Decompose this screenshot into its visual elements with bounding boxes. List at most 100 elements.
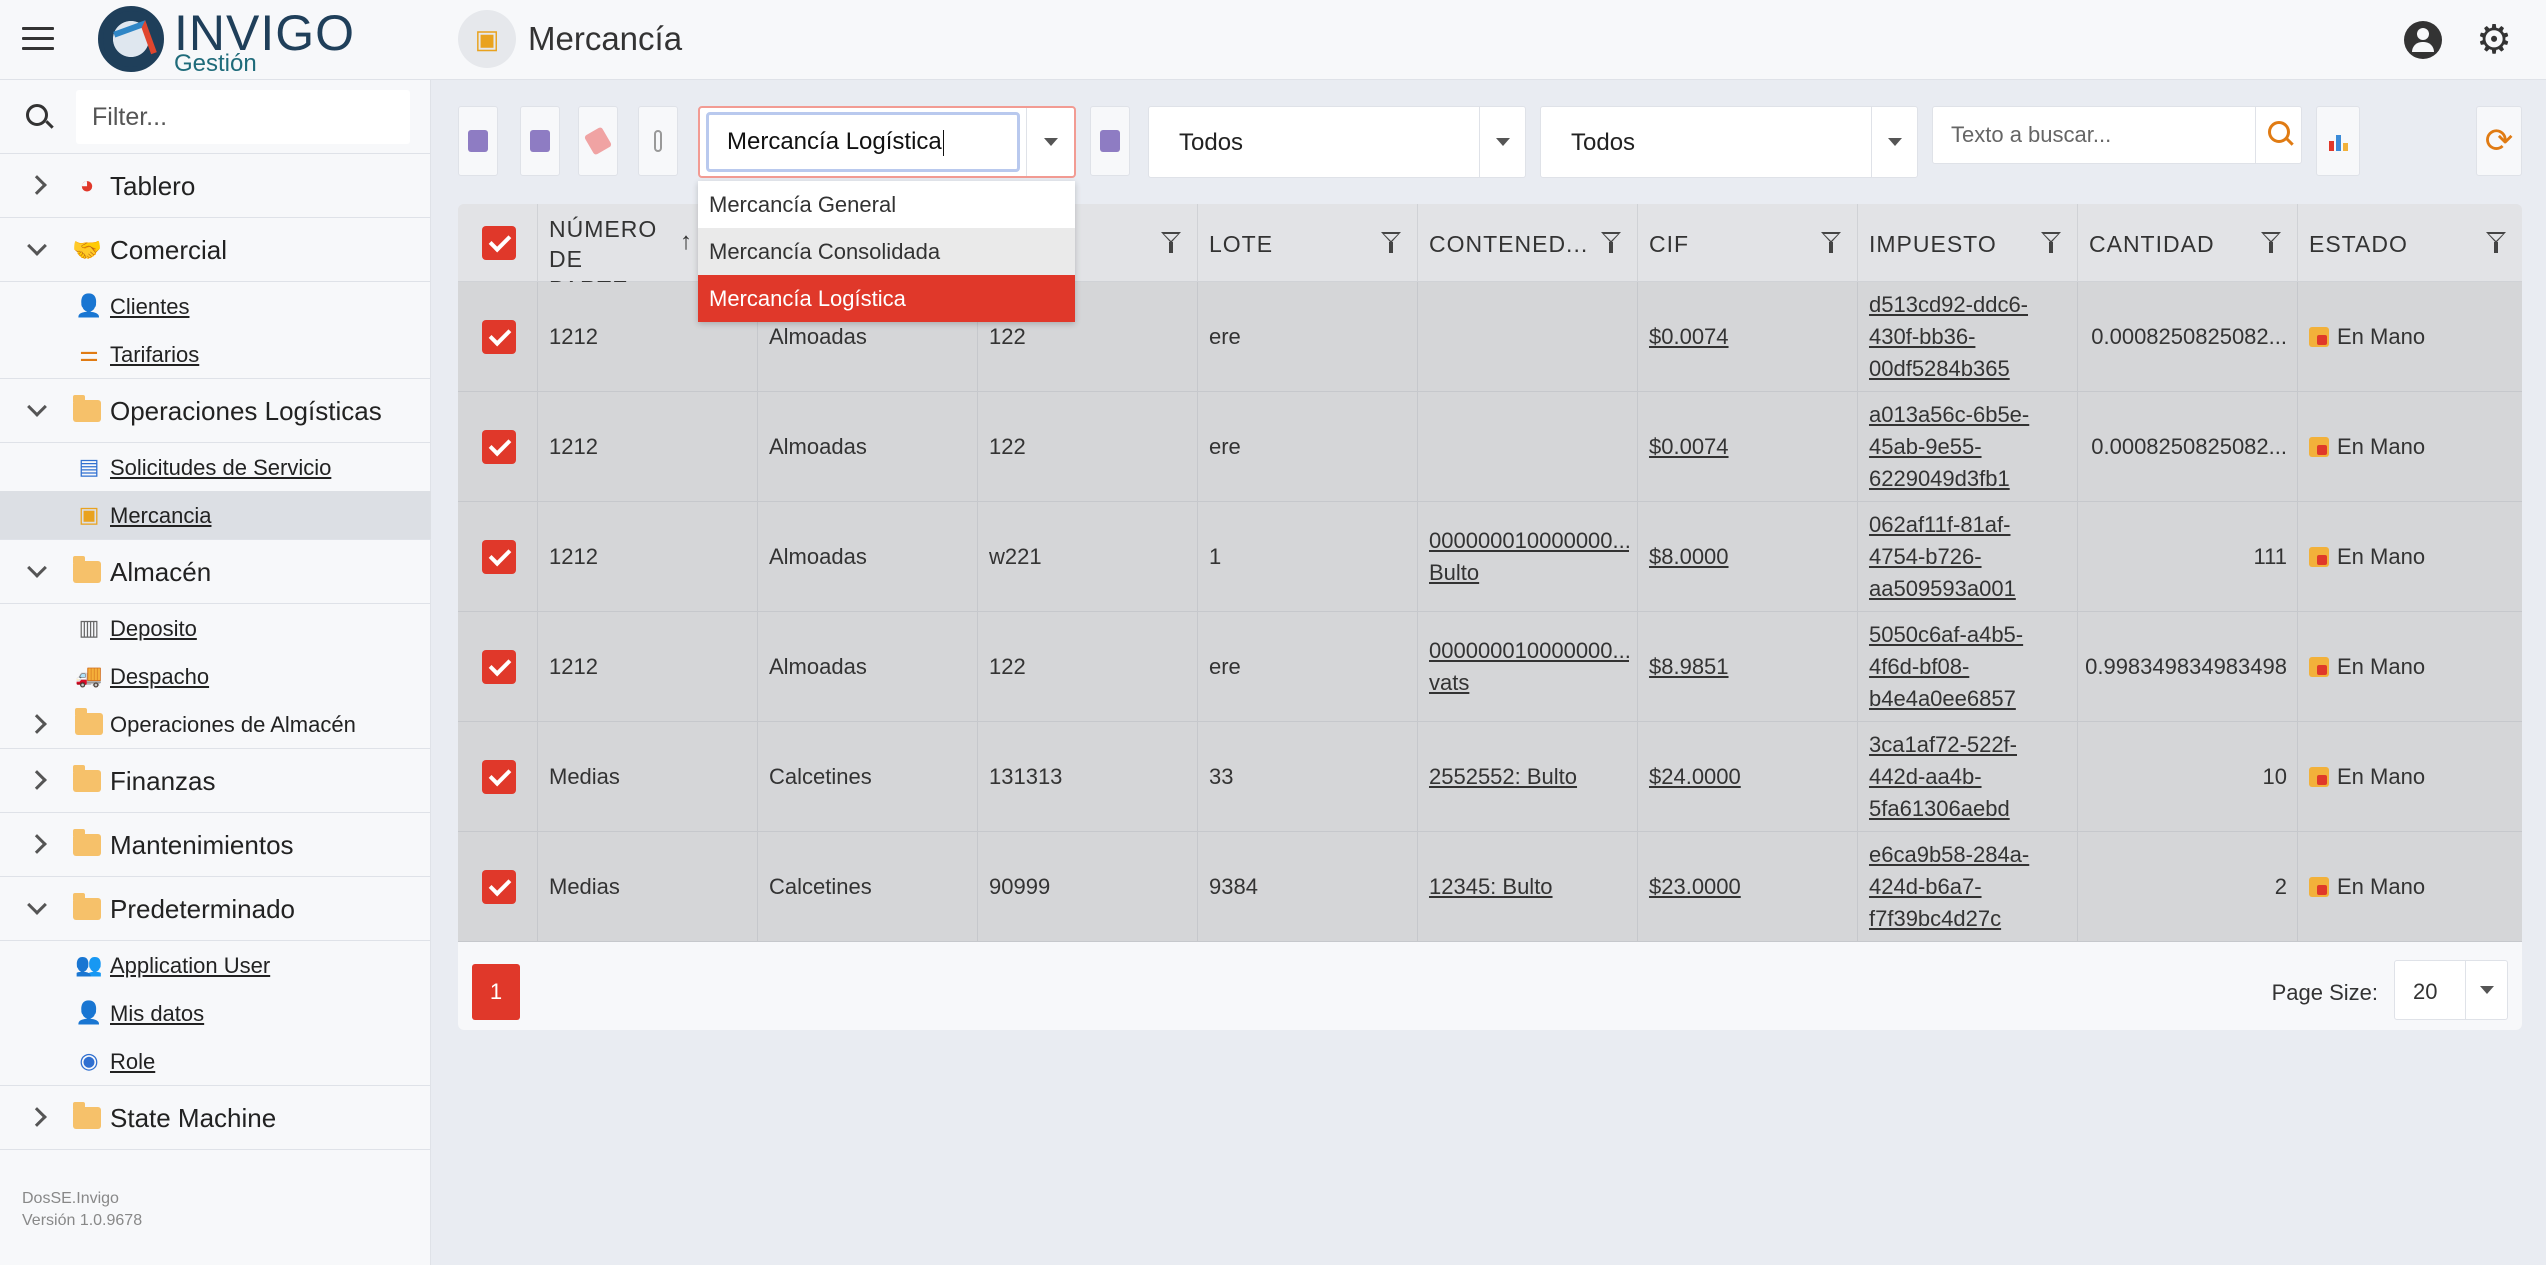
container-link[interactable]: 12345: Bulto: [1429, 832, 1553, 942]
row-checkbox[interactable]: [482, 430, 516, 464]
tax-link[interactable]: 5050c6af-a4b5- 4f6d-bf08- b4e4a0ee6857: [1869, 619, 2023, 715]
filter-funnel-icon[interactable]: [2486, 232, 2506, 254]
chevron-right-icon[interactable]: [27, 834, 47, 854]
chevron-right-icon[interactable]: [27, 1107, 47, 1127]
chart-button[interactable]: [2316, 106, 2360, 176]
row-checkbox[interactable]: [482, 650, 516, 684]
clipboard-filter-button[interactable]: [1090, 106, 1130, 176]
sidebar-item-deposito[interactable]: ▥ Deposito: [0, 604, 431, 652]
filter-funnel-icon[interactable]: [2041, 232, 2061, 254]
sidebar-item-despacho[interactable]: 🚚 Despacho: [0, 652, 431, 700]
chevron-right-icon[interactable]: [27, 714, 47, 734]
view-combobox[interactable]: Mercancía Logística: [698, 106, 1076, 178]
table-row[interactable]: 1212 Almoadas w221 1 000000010000000... Bulto…: [458, 502, 2522, 612]
sidebar-item-operaciones-almacen[interactable]: Operaciones de Almacén: [0, 700, 431, 749]
sidebar-item-tarifarios[interactable]: ⚌ Tarifarios: [0, 330, 431, 379]
cif-link[interactable]: $24.0000: [1649, 722, 1741, 832]
tag-button[interactable]: [578, 106, 618, 176]
table-row[interactable]: Medias Calcetines 90999 9384 12345: Bulto $23…: [458, 832, 2522, 942]
chevron-down-icon[interactable]: [1026, 108, 1074, 176]
column-header-lote[interactable]: LOTE: [1198, 204, 1418, 282]
users-icon: 👥: [75, 952, 103, 977]
dropdown-option-logistica[interactable]: Mercancía Logística: [698, 275, 1075, 322]
row-checkbox[interactable]: [482, 320, 516, 354]
sidebar-item-tablero[interactable]: ◕ Tablero: [0, 154, 431, 218]
filter-funnel-icon[interactable]: [1161, 232, 1181, 254]
attachment-button[interactable]: [638, 106, 678, 176]
sidebar-item-mantenimientos[interactable]: Mantenimientos: [0, 813, 431, 877]
clipboard-search-button[interactable]: [458, 106, 498, 176]
sort-ascending-icon[interactable]: ↑: [680, 228, 692, 256]
chevron-down-icon[interactable]: [27, 397, 47, 417]
chevron-down-icon[interactable]: [27, 895, 47, 915]
sidebar-item-operaciones-logisticas[interactable]: Operaciones Logísticas: [0, 379, 431, 443]
search-input[interactable]: [1935, 109, 2255, 161]
filter-select-2[interactable]: Todos: [1540, 106, 1918, 178]
dropdown-option-consolidada[interactable]: Mercancía Consolidada: [698, 228, 1075, 275]
select-all-checkbox[interactable]: [482, 226, 516, 260]
tax-id-line: 00df5284b365: [1869, 356, 2010, 381]
container-link[interactable]: 000000010000000... Bulto: [1429, 525, 1629, 589]
chevron-right-icon[interactable]: [27, 770, 47, 790]
chevron-down-icon[interactable]: [27, 236, 47, 256]
cif-link[interactable]: $0.0074: [1649, 282, 1729, 392]
container-link[interactable]: 000000010000000... vats: [1429, 635, 1629, 699]
sidebar-item-role[interactable]: ◉ Role: [0, 1037, 431, 1086]
view-combobox-input[interactable]: Mercancía Logística: [706, 112, 1020, 172]
sidebar-item-predeterminado[interactable]: Predeterminado: [0, 877, 431, 941]
row-checkbox[interactable]: [482, 760, 516, 794]
cif-link[interactable]: $0.0074: [1649, 392, 1729, 502]
chevron-down-icon[interactable]: [1871, 107, 1917, 177]
tax-link[interactable]: a013a56c-6b5e- 45ab-9e55- 6229049d3fb1: [1869, 399, 2029, 495]
sidebar-item-almacen[interactable]: Almacén: [0, 540, 431, 604]
chevron-down-icon[interactable]: [27, 558, 47, 578]
tax-link[interactable]: 062af11f-81af- 4754-b726- aa509593a001: [1869, 509, 2016, 605]
row-checkbox[interactable]: [482, 540, 516, 574]
table-row[interactable]: 1212 Almoadas 122 ere $0.0074 a013a56c-6b5e- 4…: [458, 392, 2522, 502]
sidebar-item-finanzas[interactable]: Finanzas: [0, 749, 431, 813]
container-link[interactable]: 2552552: Bulto: [1429, 722, 1577, 832]
refresh-button[interactable]: ⟳: [2476, 106, 2522, 176]
column-header-estado[interactable]: ESTADO: [2298, 204, 2522, 282]
page-size-select[interactable]: 20: [2394, 960, 2508, 1020]
sidebar-item-solicitudes[interactable]: ▤ Solicitudes de Servicio: [0, 443, 431, 491]
hamburger-menu-icon[interactable]: [22, 27, 54, 53]
filter-funnel-icon[interactable]: [1601, 232, 1621, 254]
calendar-button[interactable]: [520, 106, 560, 176]
status-icon: [2309, 547, 2329, 567]
table-row[interactable]: Medias Calcetines 131313 33 2552552: Bulto $2…: [458, 722, 2522, 832]
column-header-cantidad[interactable]: CANTIDAD: [2078, 204, 2298, 282]
sidebar-item-mis-datos[interactable]: 👤 Mis datos: [0, 989, 431, 1037]
row-checkbox[interactable]: [482, 870, 516, 904]
filter-select-1[interactable]: Todos: [1148, 106, 1526, 178]
cif-link[interactable]: $8.9851: [1649, 612, 1729, 722]
tax-link[interactable]: 3ca1af72-522f- 442d-aa4b- 5fa61306aebd: [1869, 729, 2017, 825]
column-header-impuesto[interactable]: IMPUESTO: [1858, 204, 2078, 282]
column-header-cif[interactable]: CIF: [1638, 204, 1858, 282]
sidebar-item-state-machine[interactable]: State Machine: [0, 1086, 431, 1150]
sidebar-item-comercial[interactable]: 🤝 Comercial: [0, 218, 431, 282]
sidebar-filter-input[interactable]: [76, 90, 410, 144]
filter-funnel-icon[interactable]: [2261, 232, 2281, 254]
search-icon[interactable]: [2255, 107, 2301, 163]
sidebar-item-clientes[interactable]: 👤 Clientes: [0, 282, 431, 330]
sidebar-item-application-user[interactable]: 👥 Application User: [0, 941, 431, 989]
page-button-1[interactable]: 1: [472, 964, 520, 1020]
filter-funnel-icon[interactable]: [1381, 232, 1401, 254]
tax-link[interactable]: e6ca9b58-284a- 424d-b6a7- f7f39bc4d27c: [1869, 839, 2029, 935]
table-row[interactable]: 1212 Almoadas 122 ere 000000010000000... vats…: [458, 612, 2522, 722]
cif-link[interactable]: $23.0000: [1649, 832, 1741, 942]
chevron-down-icon[interactable]: [2465, 961, 2507, 1019]
column-header-contenedor[interactable]: CONTENED...: [1418, 204, 1638, 282]
tax-link[interactable]: d513cd92-ddc6- 430f-bb36- 00df5284b365: [1869, 289, 2028, 385]
gear-icon[interactable]: ⚙: [2475, 20, 2513, 60]
chevron-down-icon[interactable]: [1479, 107, 1525, 177]
account-icon[interactable]: [2404, 21, 2442, 59]
chevron-right-icon[interactable]: [27, 175, 47, 195]
column-header-label: ESTADO: [2309, 231, 2408, 257]
sidebar-item-mercancia[interactable]: ▣ Mercancia: [0, 491, 431, 540]
app-logo[interactable]: INVIGO Gestión Logística: [98, 5, 358, 105]
dropdown-option-general[interactable]: Mercancía General: [698, 181, 1075, 228]
cif-link[interactable]: $8.0000: [1649, 502, 1729, 612]
filter-funnel-icon[interactable]: [1821, 232, 1841, 254]
